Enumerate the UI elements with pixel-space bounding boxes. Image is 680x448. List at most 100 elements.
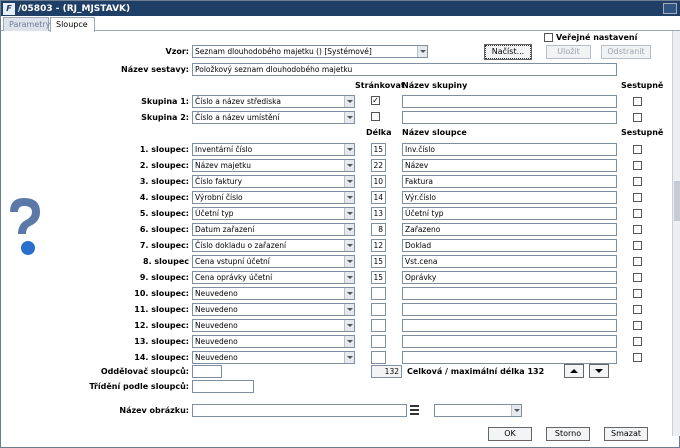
chevron-down-icon[interactable] (344, 224, 354, 235)
column-select[interactable]: Neuvedeno (192, 287, 355, 300)
column-descending-checkbox[interactable] (633, 257, 642, 266)
public-settings-checkbox[interactable] (544, 33, 553, 42)
image-name-input[interactable] (192, 404, 407, 417)
column-select[interactable]: Neuvedeno (192, 319, 355, 332)
column-name-input[interactable]: Zařazeno (402, 223, 617, 236)
column-name-input[interactable]: Oprávky (402, 271, 617, 284)
group-1-name-input[interactable] (402, 95, 617, 108)
column-select[interactable]: Název majetku (192, 159, 355, 172)
image-select[interactable] (434, 404, 522, 417)
sorting-input[interactable] (192, 380, 254, 393)
column-select[interactable]: Cena oprávky účetní (192, 271, 355, 284)
column-name-input[interactable] (402, 351, 617, 364)
column-name-input[interactable]: Inv.číslo (402, 143, 617, 156)
column-length-input[interactable] (371, 319, 386, 332)
column-length-input[interactable]: 12 (371, 239, 386, 252)
column-name-input[interactable]: Faktura (402, 175, 617, 188)
vertical-scrollbar[interactable] (672, 31, 680, 436)
help-icon[interactable] (4, 196, 44, 256)
column-descending-checkbox[interactable] (633, 145, 642, 154)
column-length-input[interactable]: 15 (371, 271, 386, 284)
chevron-down-icon[interactable] (344, 176, 354, 187)
column-descending-checkbox[interactable] (633, 321, 642, 330)
column-descending-checkbox[interactable] (633, 273, 642, 282)
chevron-down-icon[interactable] (344, 208, 354, 219)
column-select[interactable]: Neuvedeno (192, 335, 355, 348)
chevron-down-icon[interactable] (511, 405, 521, 416)
column-length-input[interactable]: 10 (371, 175, 386, 188)
group-2-descending-checkbox[interactable] (633, 113, 642, 122)
column-length-input[interactable] (371, 303, 386, 316)
template-select[interactable]: Seznam dlouhodobého majetku () [Systémov… (192, 45, 428, 58)
column-length-input[interactable]: 15 (371, 143, 386, 156)
group-2-select[interactable]: Číslo a název umístění (192, 111, 355, 124)
chevron-down-icon[interactable] (344, 192, 354, 203)
column-name-input[interactable]: Výr.číslo (402, 191, 617, 204)
chevron-down-icon[interactable] (417, 46, 427, 57)
column-length-input[interactable]: 22 (371, 159, 386, 172)
group-1-paging-checkbox[interactable]: ✓ (371, 96, 380, 105)
cancel-button[interactable]: Storno (546, 427, 590, 441)
column-length-input[interactable]: 14 (371, 191, 386, 204)
column-select[interactable]: Datum zařazení (192, 223, 355, 236)
chevron-down-icon[interactable] (344, 96, 354, 107)
move-up-button[interactable] (564, 364, 584, 378)
chevron-down-icon[interactable] (344, 272, 354, 283)
chevron-down-icon[interactable] (344, 288, 354, 299)
group-1-descending-checkbox[interactable] (633, 97, 642, 106)
column-name-input[interactable] (402, 287, 617, 300)
column-name-input[interactable] (402, 303, 617, 316)
column-length-input[interactable]: 13 (371, 207, 386, 220)
column-name-input[interactable]: Doklad (402, 239, 617, 252)
column-descending-checkbox[interactable] (633, 177, 642, 186)
load-button[interactable]: Načíst... (484, 44, 532, 60)
list-icon[interactable] (410, 405, 419, 415)
column-length-input[interactable]: 8 (371, 223, 386, 236)
ok-button[interactable]: OK (488, 427, 532, 441)
column-select[interactable]: Účetní typ (192, 207, 355, 220)
column-name-input[interactable]: Název (402, 159, 617, 172)
chevron-down-icon[interactable] (344, 144, 354, 155)
column-descending-checkbox[interactable] (633, 225, 642, 234)
column-descending-checkbox[interactable] (633, 161, 642, 170)
chevron-down-icon[interactable] (344, 240, 354, 251)
window-control-button[interactable] (663, 3, 677, 14)
group-1-select[interactable]: Číslo a název střediska (192, 95, 355, 108)
column-select[interactable]: Neuvedeno (192, 351, 355, 364)
move-down-button[interactable] (589, 364, 609, 378)
column-length-input[interactable] (371, 287, 386, 300)
column-length-input[interactable] (371, 335, 386, 348)
group-2-name-input[interactable] (402, 111, 617, 124)
column-select[interactable]: Inventární číslo (192, 143, 355, 156)
chevron-down-icon[interactable] (344, 256, 354, 267)
column-descending-checkbox[interactable] (633, 209, 642, 218)
scroll-thumb[interactable] (674, 181, 680, 221)
column-descending-checkbox[interactable] (633, 353, 642, 362)
column-length-input[interactable] (371, 351, 386, 364)
group-2-paging-checkbox[interactable] (371, 112, 380, 121)
column-select[interactable]: Výrobní číslo (192, 191, 355, 204)
chevron-down-icon[interactable] (344, 320, 354, 331)
chevron-down-icon[interactable] (344, 160, 354, 171)
chevron-down-icon[interactable] (344, 304, 354, 315)
column-name-input[interactable]: Vst.cena (402, 255, 617, 268)
column-name-input[interactable] (402, 335, 617, 348)
column-select[interactable]: Číslo faktury (192, 175, 355, 188)
delete-button[interactable]: Odstranit (601, 45, 651, 59)
tab-sloupce[interactable]: Sloupce (50, 17, 95, 32)
column-descending-checkbox[interactable] (633, 193, 642, 202)
column-name-input[interactable]: Účetní typ (402, 207, 617, 220)
chevron-down-icon[interactable] (344, 336, 354, 347)
save-button[interactable]: Uložit (546, 45, 591, 59)
column-descending-checkbox[interactable] (633, 337, 642, 346)
separator-input[interactable] (192, 365, 222, 378)
column-descending-checkbox[interactable] (633, 289, 642, 298)
column-select[interactable]: Neuvedeno (192, 303, 355, 316)
chevron-down-icon[interactable] (344, 352, 354, 363)
column-select[interactable]: Číslo dokladu o zařazení (192, 239, 355, 252)
column-descending-checkbox[interactable] (633, 305, 642, 314)
column-name-input[interactable] (402, 319, 617, 332)
column-select[interactable]: Cena vstupní účetní (192, 255, 355, 268)
chevron-down-icon[interactable] (344, 112, 354, 123)
report-name-input[interactable]: Položkový seznam dlouhodobého majetku (192, 63, 617, 76)
